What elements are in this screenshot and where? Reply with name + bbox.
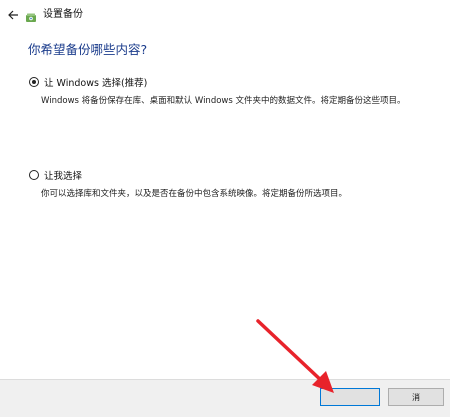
- footer-bar: 消: [0, 379, 450, 417]
- option-windows-choose[interactable]: 让 Windows 选择(推荐) Windows 将备份保存在库、桌面和默认 W…: [29, 75, 406, 107]
- backup-app-icon: [25, 9, 37, 22]
- red-arrow-annotation: [256, 319, 334, 393]
- radio-selected-dot: [32, 80, 36, 84]
- setup-backup-window: 设置备份 你希望备份哪些内容? 让 Windows 选择(推荐) Windows…: [0, 0, 450, 417]
- option-label[interactable]: 让 Windows 选择(推荐): [44, 75, 147, 89]
- option-description: Windows 将备份保存在库、桌面和默认 Windows 文件夹中的数据文件。…: [41, 96, 406, 106]
- option-description: 你可以选择库和文件夹，以及是否在备份中包含系统映像。将定期备份所选项目。: [41, 189, 348, 199]
- radio-let-me-choose[interactable]: [29, 170, 39, 180]
- option-label[interactable]: 让我选择: [44, 168, 82, 182]
- back-arrow-icon: [8, 10, 18, 20]
- back-button[interactable]: [4, 6, 22, 24]
- window-title: 设置备份: [43, 9, 83, 20]
- title-bar: 设置备份: [0, 0, 450, 34]
- page-heading: 你希望备份哪些内容?: [28, 42, 148, 57]
- next-button[interactable]: [320, 388, 380, 406]
- option-let-me-choose[interactable]: 让我选择 你可以选择库和文件夹，以及是否在备份中包含系统映像。将定期备份所选项目…: [29, 168, 347, 200]
- radio-windows-choose[interactable]: [29, 77, 39, 87]
- cancel-button[interactable]: 消: [388, 388, 444, 406]
